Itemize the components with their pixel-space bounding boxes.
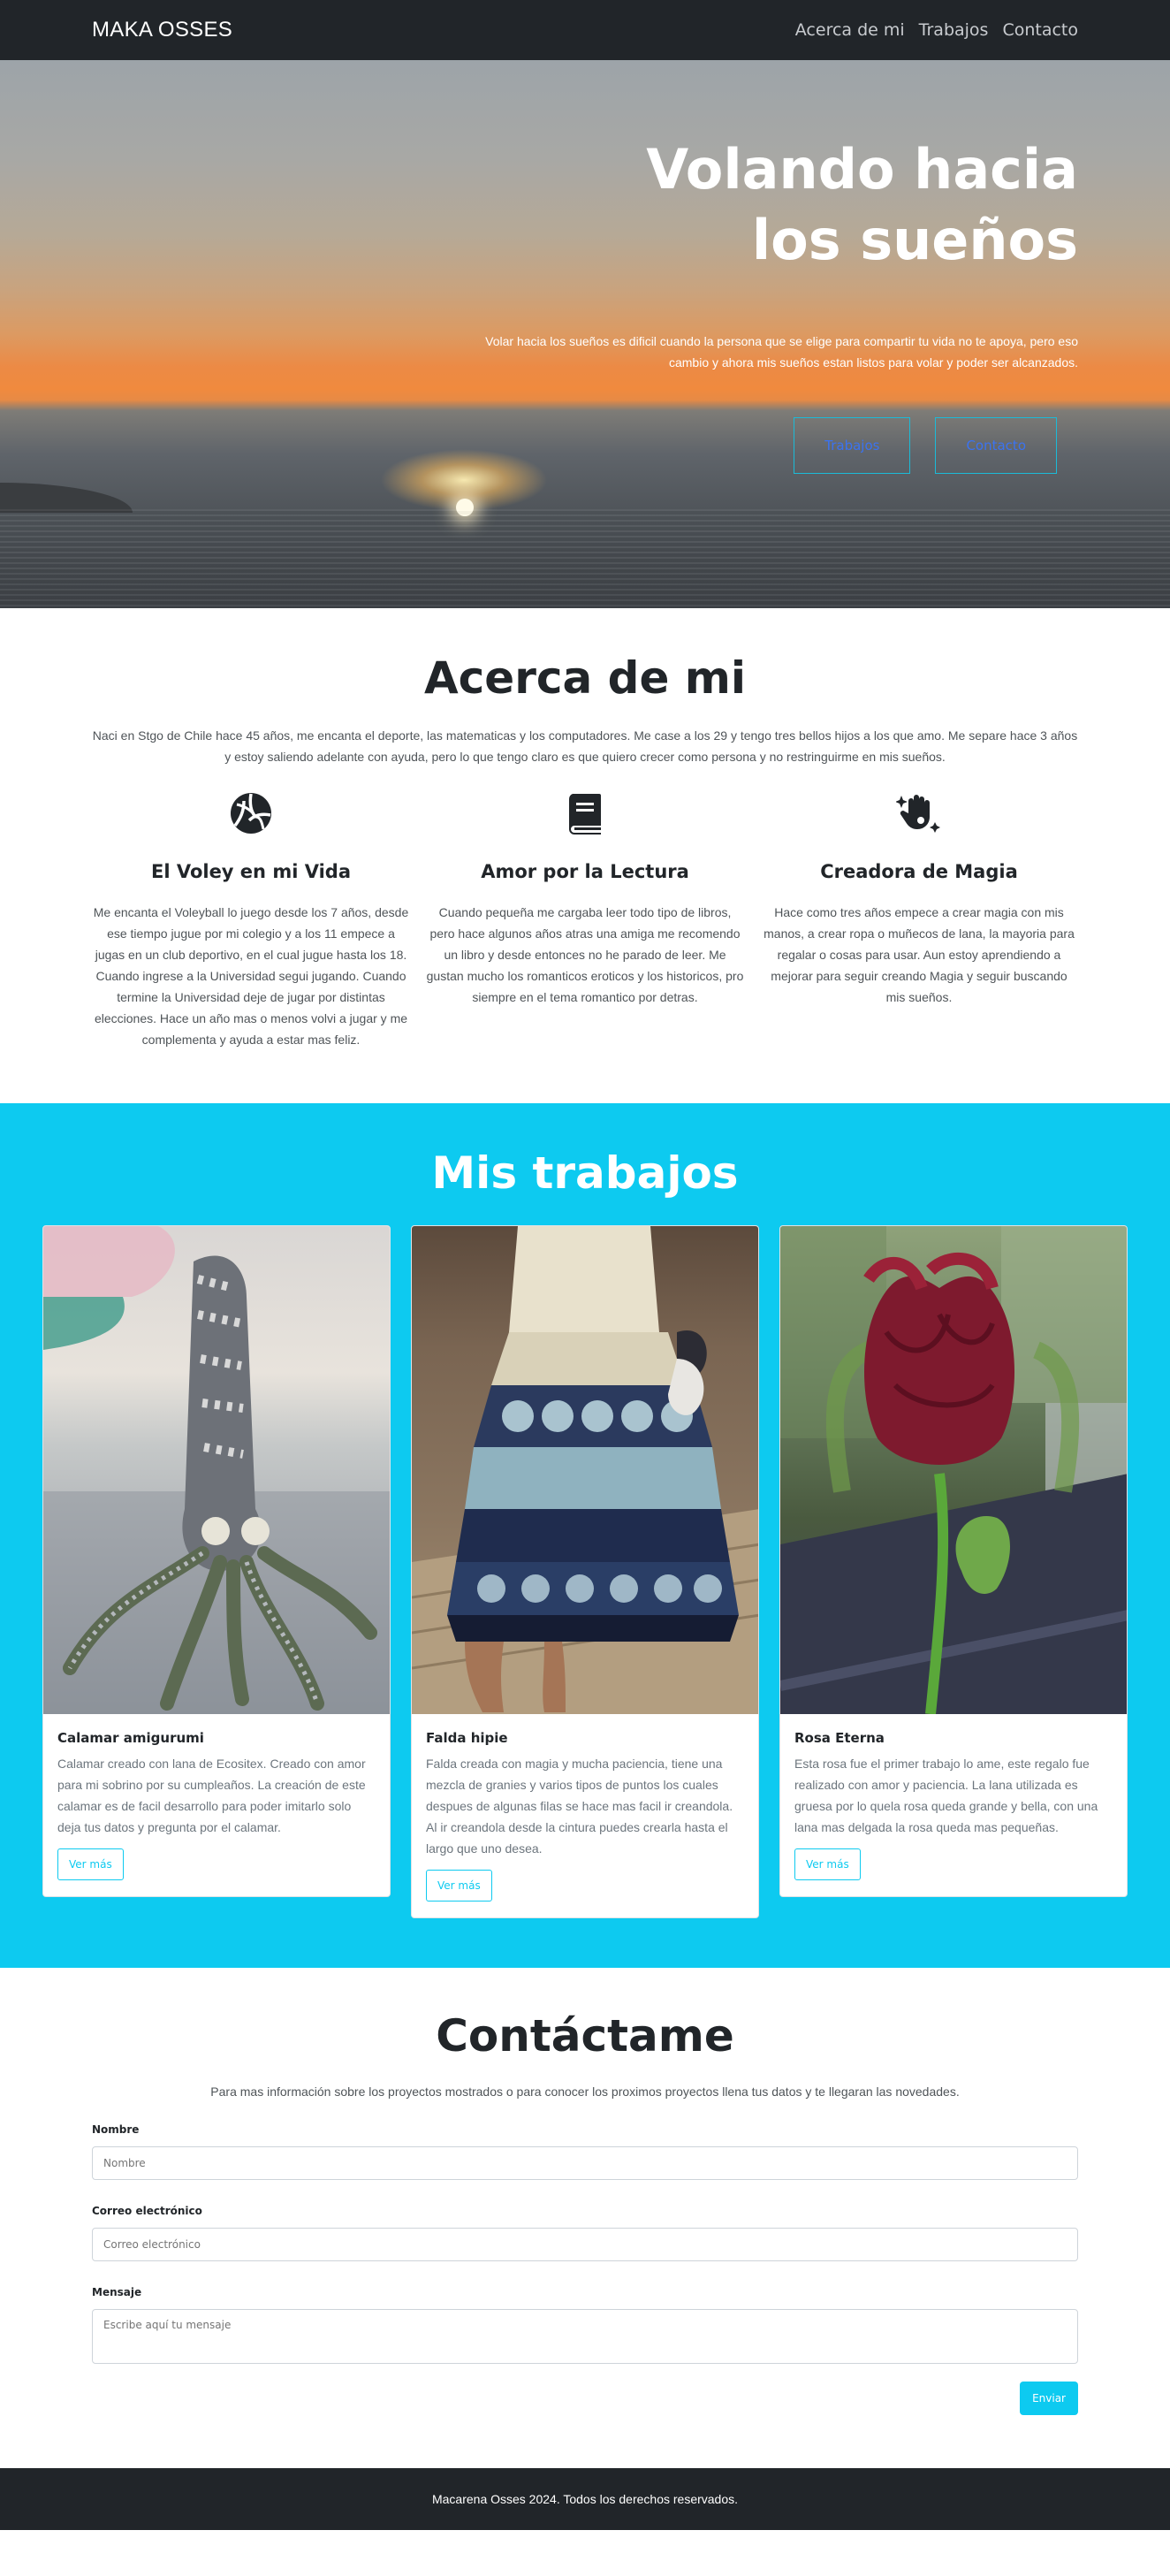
hero-title-line1: Volando hacia	[646, 137, 1078, 202]
nav-link-about[interactable]: Acerca de mi	[795, 20, 905, 40]
message-label: Mensaje	[92, 2286, 142, 2298]
feature-reading-text: Cuando pequeña me cargaba leer todo tipo…	[426, 905, 744, 1004]
rose-illustration	[780, 1226, 1127, 1714]
work-card-squid-text: Calamar creado con lana de Ecositex. Cre…	[57, 1757, 366, 1834]
hero-sea	[0, 509, 1170, 608]
contact-section: Contáctame Para mas información sobre lo…	[0, 1968, 1170, 2468]
field-name: Nombre	[92, 2123, 1078, 2180]
email-input[interactable]	[92, 2228, 1078, 2261]
about-lead: Naci en Stgo de Chile hace 45 años, me e…	[92, 728, 1078, 764]
hero-buttons: Trabajos Contacto	[460, 417, 1078, 474]
work-card-rose-text: Esta rosa fue el primer trabajo lo ame, …	[794, 1757, 1098, 1834]
feature-reading-title: Amor por la Lectura	[481, 861, 689, 882]
volleyball-icon	[231, 793, 271, 834]
contact-form: Nombre Correo electrónico Mensaje Enviar	[92, 2123, 1078, 2415]
message-textarea[interactable]	[92, 2309, 1078, 2364]
works-title: Mis trabajos	[431, 1147, 739, 1199]
hero-title-line2: los sueños	[751, 208, 1078, 272]
name-label: Nombre	[92, 2123, 140, 2136]
feature-volley-title: El Voley en mi Vida	[150, 861, 351, 882]
contact-lead: Para mas información sobre los proyectos…	[210, 2084, 960, 2099]
send-button[interactable]: Enviar	[1020, 2382, 1078, 2415]
about-section: Acerca de mi Naci en Stgo de Chile hace …	[0, 608, 1170, 1103]
field-email: Correo electrónico	[92, 2205, 1078, 2261]
skirt-photo[interactable]	[412, 1226, 758, 1714]
magic-hand-icon	[895, 795, 940, 833]
hero-contact-button[interactable]: Contacto	[935, 417, 1057, 474]
nav-link-contact[interactable]: Contacto	[1002, 20, 1078, 40]
hero-works-button[interactable]: Trabajos	[794, 417, 911, 474]
rose-photo[interactable]	[780, 1226, 1127, 1714]
works-cards: Calamar amigurumi Calamar creado con lan…	[42, 1225, 1128, 1918]
features: El Voley en mi Vida Me encanta el Voleyb…	[92, 790, 1078, 1050]
name-input[interactable]	[92, 2146, 1078, 2180]
work-card-rose-title: Rosa Eterna	[794, 1730, 885, 1746]
feature-volley: El Voley en mi Vida Me encanta el Voleyb…	[92, 790, 410, 1050]
feature-magic-title: Creadora de Magia	[820, 861, 1018, 882]
book-icon	[568, 794, 601, 835]
nav-link-works[interactable]: Trabajos	[919, 20, 989, 40]
hero-text: Volar hacia los sueños es dificil cuando…	[485, 334, 1078, 370]
work-card-skirt-body: Falda hipie Falda creada con magia y muc…	[412, 1714, 758, 1917]
work-card-squid: Calamar amigurumi Calamar creado con lan…	[42, 1225, 391, 1897]
feature-volley-text: Me encanta el Voleyball lo juego desde l…	[93, 905, 409, 1047]
work-card-skirt-button[interactable]: Ver más	[426, 1870, 492, 1902]
feature-magic: Creadora de Magia Hace como tres años em…	[760, 790, 1078, 1050]
work-card-squid-body: Calamar amigurumi Calamar creado con lan…	[43, 1714, 390, 1896]
skirt-illustration	[412, 1226, 758, 1714]
field-message: Mensaje	[92, 2286, 1078, 2367]
work-card-skirt-text: Falda creada con magia y mucha paciencia…	[426, 1757, 733, 1856]
brand-logo[interactable]: MAKA OSSES	[92, 18, 232, 42]
work-card-squid-button[interactable]: Ver más	[57, 1848, 124, 1880]
hero-headland	[0, 483, 133, 513]
work-card-skirt-title: Falda hipie	[426, 1730, 508, 1746]
hero-section: Volando hacia los sueños Volar hacia los…	[0, 60, 1170, 608]
squid-photo[interactable]	[43, 1226, 390, 1714]
squid-illustration	[43, 1226, 390, 1714]
work-card-squid-title: Calamar amigurumi	[57, 1730, 204, 1746]
work-card-rose: Rosa Eterna Esta rosa fue el primer trab…	[779, 1225, 1128, 1897]
hero-content: Volando hacia los sueños Volar hacia los…	[460, 134, 1078, 474]
footer-text: Macarena Osses 2024. Todos los derechos …	[431, 2492, 739, 2506]
work-card-skirt: Falda hipie Falda creada con magia y muc…	[411, 1225, 759, 1918]
works-section: Mis trabajos Calamar amigurumi Calamar c…	[0, 1103, 1170, 1968]
contact-title: Contáctame	[436, 2010, 734, 2062]
submit-row: Enviar	[92, 2382, 1078, 2415]
nav-links: Acerca de mi Trabajos Contacto	[795, 20, 1078, 40]
navbar: MAKA OSSES Acerca de mi Trabajos Contact…	[0, 0, 1170, 60]
email-label: Correo electrónico	[92, 2205, 202, 2217]
hero-title: Volando hacia los sueños	[460, 134, 1078, 276]
footer: Macarena Osses 2024. Todos los derechos …	[0, 2468, 1170, 2530]
feature-reading: Amor por la Lectura Cuando pequeña me ca…	[426, 790, 744, 1050]
work-card-rose-button[interactable]: Ver más	[794, 1848, 861, 1880]
work-card-rose-body: Rosa Eterna Esta rosa fue el primer trab…	[780, 1714, 1127, 1896]
about-title: Acerca de mi	[423, 652, 747, 704]
feature-magic-text: Hace como tres años empece a crear magia…	[764, 905, 1075, 1004]
